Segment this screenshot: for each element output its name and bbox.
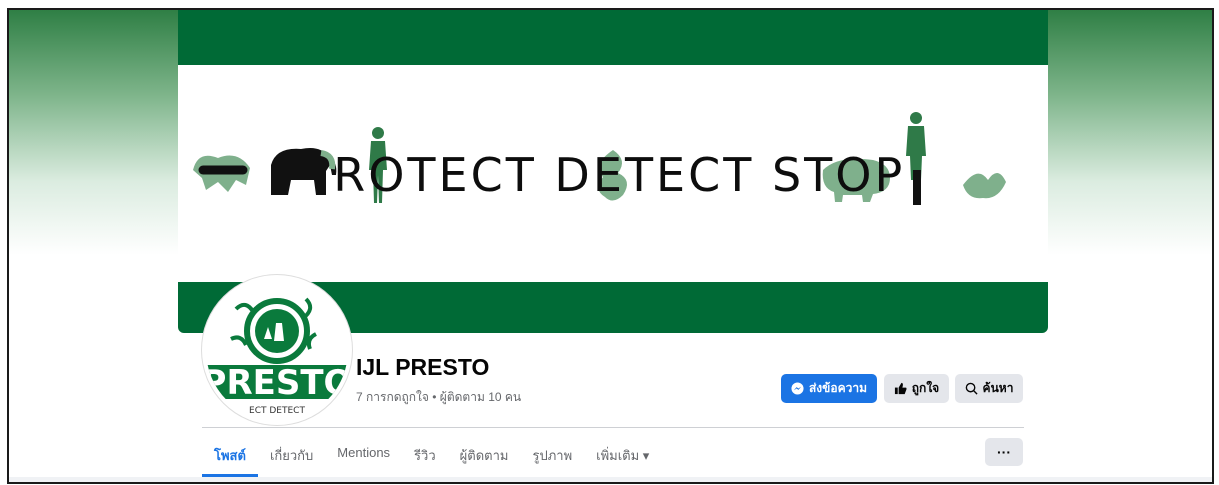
tab-more[interactable]: เพิ่มเติม ▾ bbox=[584, 438, 661, 471]
avatar-logo-text: PRESTO bbox=[206, 363, 348, 403]
cover-side-gradient-right bbox=[1044, 10, 1212, 255]
messenger-icon bbox=[791, 382, 804, 395]
cover-banner-text: ROTECT DETECT STOP bbox=[333, 148, 906, 202]
cover-top-band bbox=[178, 10, 1048, 65]
avatar-logo-subtext: ECT DETECT bbox=[249, 406, 305, 416]
message-button-label: ส่งข้อความ bbox=[808, 381, 867, 395]
cover-side-gradient-left bbox=[9, 10, 184, 255]
search-button[interactable]: ค้นหา bbox=[955, 374, 1023, 403]
feed-background bbox=[9, 477, 1212, 482]
search-icon bbox=[965, 382, 978, 395]
page-tabs: โพสต์ เกี่ยวกับ Mentions รีวิว ผู้ติดตาม… bbox=[202, 438, 661, 478]
bird-icon bbox=[963, 172, 1006, 199]
page-avatar[interactable]: PRESTO ECT DETECT bbox=[202, 275, 352, 425]
tab-followers[interactable]: ผู้ติดตาม bbox=[448, 438, 521, 471]
page-stats[interactable]: 7 การกดถูกใจ • ผู้ติดตาม 10 คน bbox=[356, 388, 521, 407]
tab-photos[interactable]: รูปภาพ bbox=[520, 438, 584, 471]
page-frame: ROTECT DETECT STOP PRESTO ECT DETECT IJL… bbox=[7, 8, 1214, 484]
thumbs-up-icon bbox=[894, 382, 907, 395]
page-title: IJL PRESTO bbox=[356, 354, 490, 380]
presto-logo-icon: PRESTO ECT DETECT bbox=[206, 297, 348, 416]
like-button[interactable]: ถูกใจ bbox=[884, 374, 949, 403]
search-button-label: ค้นหา bbox=[982, 381, 1014, 395]
message-button[interactable]: ส่งข้อความ bbox=[781, 374, 877, 403]
header-divider bbox=[202, 427, 1024, 428]
like-button-label: ถูกใจ bbox=[911, 381, 940, 395]
more-options-button[interactable]: ··· bbox=[985, 438, 1023, 466]
tab-posts[interactable]: โพสต์ bbox=[202, 438, 258, 477]
tab-reviews[interactable]: รีวิว bbox=[402, 438, 448, 471]
more-options-icon: ··· bbox=[997, 444, 1011, 460]
tab-mentions[interactable]: Mentions bbox=[325, 438, 402, 471]
tab-about[interactable]: เกี่ยวกับ bbox=[258, 438, 325, 471]
